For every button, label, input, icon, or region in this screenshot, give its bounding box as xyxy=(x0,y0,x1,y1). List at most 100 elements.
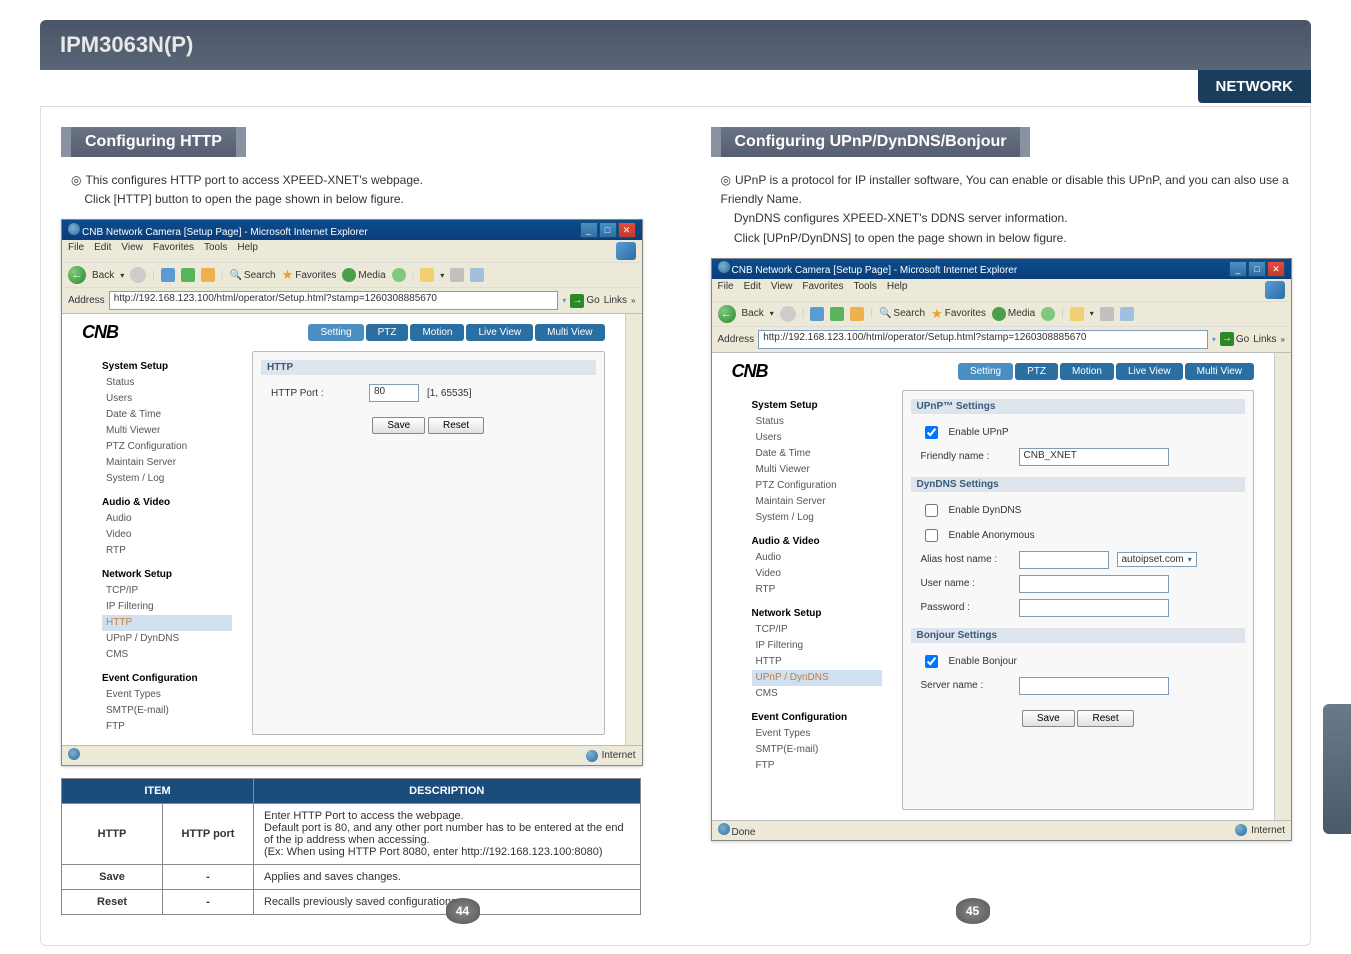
menu-favorites[interactable]: Favorites xyxy=(802,281,843,299)
history-icon[interactable] xyxy=(1041,307,1055,321)
sidebar-item-datetime[interactable]: Date & Time xyxy=(752,446,882,462)
menu-file[interactable]: File xyxy=(68,242,84,260)
save-button[interactable]: Save xyxy=(372,417,425,434)
sidebar-item-multiviewer[interactable]: Multi Viewer xyxy=(102,423,232,439)
sidebar-item-audio[interactable]: Audio xyxy=(752,550,882,566)
alias-domain-select[interactable]: autoipset.com ▾ xyxy=(1117,552,1197,567)
minimize-button[interactable]: _ xyxy=(580,222,598,238)
tab-live-view[interactable]: Live View xyxy=(466,324,533,341)
forward-icon[interactable] xyxy=(780,306,796,322)
sidebar-item-smtp[interactable]: SMTP(E-mail) xyxy=(102,703,232,719)
sidebar-item-video[interactable]: Video xyxy=(102,527,232,543)
enable-anon-checkbox[interactable] xyxy=(925,529,938,542)
menu-view[interactable]: View xyxy=(121,242,143,260)
scrollbar[interactable] xyxy=(1274,353,1291,820)
sidebar-item-rtp[interactable]: RTP xyxy=(102,543,232,559)
sidebar-item-ptz-config[interactable]: PTZ Configuration xyxy=(752,478,882,494)
print-icon[interactable] xyxy=(450,268,464,282)
menu-file[interactable]: File xyxy=(718,281,734,299)
maximize-button[interactable]: □ xyxy=(1248,261,1266,277)
sidebar-item-event-types[interactable]: Event Types xyxy=(102,687,232,703)
tab-live-view[interactable]: Live View xyxy=(1116,363,1183,380)
sidebar-item-users[interactable]: Users xyxy=(752,430,882,446)
media-button[interactable]: Media xyxy=(992,307,1035,321)
sidebar-item-ftp[interactable]: FTP xyxy=(102,719,232,735)
sidebar-item-event-types[interactable]: Event Types xyxy=(752,726,882,742)
media-button[interactable]: Media xyxy=(342,268,385,282)
sidebar-item-tcpip[interactable]: TCP/IP xyxy=(752,622,882,638)
back-icon[interactable]: ← xyxy=(718,305,736,323)
maximize-button[interactable]: □ xyxy=(599,222,617,238)
back-button[interactable]: Back xyxy=(742,308,764,319)
sidebar-item-cms[interactable]: CMS xyxy=(752,686,882,702)
menu-favorites[interactable]: Favorites xyxy=(153,242,194,260)
sidebar-item-smtp[interactable]: SMTP(E-mail) xyxy=(752,742,882,758)
sidebar-item-datetime[interactable]: Date & Time xyxy=(102,407,232,423)
search-button[interactable]: 🔍Search xyxy=(229,270,275,281)
alias-input[interactable] xyxy=(1019,551,1109,569)
sidebar-item-maintain[interactable]: Maintain Server xyxy=(102,455,232,471)
friendly-name-input[interactable]: CNB_XNET xyxy=(1019,448,1169,466)
edit-icon[interactable] xyxy=(470,268,484,282)
sidebar-item-upnp[interactable]: UPnP / DynDNS xyxy=(102,631,232,647)
sidebar-item-status[interactable]: Status xyxy=(752,414,882,430)
save-button[interactable]: Save xyxy=(1022,710,1075,727)
sidebar-item-users[interactable]: Users xyxy=(102,391,232,407)
menu-help[interactable]: Help xyxy=(237,242,258,260)
http-port-input[interactable]: 80 xyxy=(369,384,419,402)
links-label[interactable]: Links xyxy=(604,295,627,306)
username-input[interactable] xyxy=(1019,575,1169,593)
go-button[interactable]: →Go xyxy=(570,294,599,308)
scrollbar[interactable] xyxy=(625,314,642,745)
tab-ptz[interactable]: PTZ xyxy=(1015,363,1058,380)
sidebar-item-video[interactable]: Video xyxy=(752,566,882,582)
sidebar-item-ipfilter[interactable]: IP Filtering xyxy=(752,638,882,654)
sidebar-item-http[interactable]: HTTP xyxy=(752,654,882,670)
close-button[interactable]: ✕ xyxy=(618,222,636,238)
sidebar-item-ftp[interactable]: FTP xyxy=(752,758,882,774)
go-button[interactable]: →Go xyxy=(1220,332,1249,346)
favorites-button[interactable]: ★Favorites xyxy=(931,306,986,322)
stop-icon[interactable] xyxy=(161,268,175,282)
sidebar-item-multiviewer[interactable]: Multi Viewer xyxy=(752,462,882,478)
tab-multi-view[interactable]: Multi View xyxy=(1185,363,1254,380)
edit-icon[interactable] xyxy=(1120,307,1134,321)
tab-multi-view[interactable]: Multi View xyxy=(535,324,604,341)
menu-edit[interactable]: Edit xyxy=(94,242,111,260)
sidebar-item-syslog[interactable]: System / Log xyxy=(102,471,232,487)
sidebar-item-ptz-config[interactable]: PTZ Configuration xyxy=(102,439,232,455)
search-button[interactable]: 🔍Search xyxy=(879,308,925,319)
menu-help[interactable]: Help xyxy=(887,281,908,299)
menu-view[interactable]: View xyxy=(771,281,793,299)
close-button[interactable]: ✕ xyxy=(1267,261,1285,277)
menu-tools[interactable]: Tools xyxy=(204,242,227,260)
password-input[interactable] xyxy=(1019,599,1169,617)
tab-motion[interactable]: Motion xyxy=(410,324,464,341)
sidebar-item-audio[interactable]: Audio xyxy=(102,511,232,527)
reset-button[interactable]: Reset xyxy=(428,417,484,434)
home-icon[interactable] xyxy=(201,268,215,282)
refresh-icon[interactable] xyxy=(181,268,195,282)
sidebar-item-syslog[interactable]: System / Log xyxy=(752,510,882,526)
address-input[interactable]: http://192.168.123.100/html/operator/Set… xyxy=(109,291,559,310)
enable-upnp-checkbox[interactable] xyxy=(925,426,938,439)
tab-setting[interactable]: Setting xyxy=(308,324,363,341)
minimize-button[interactable]: _ xyxy=(1229,261,1247,277)
reset-button[interactable]: Reset xyxy=(1077,710,1133,727)
tab-motion[interactable]: Motion xyxy=(1060,363,1114,380)
mail-icon[interactable] xyxy=(420,268,434,282)
refresh-icon[interactable] xyxy=(830,307,844,321)
sidebar-item-upnp[interactable]: UPnP / DynDNS xyxy=(752,670,882,686)
enable-bonjour-checkbox[interactable] xyxy=(925,655,938,668)
address-input[interactable]: http://192.168.123.100/html/operator/Set… xyxy=(758,330,1208,349)
server-name-input[interactable] xyxy=(1019,677,1169,695)
tab-ptz[interactable]: PTZ xyxy=(366,324,409,341)
mail-icon[interactable] xyxy=(1070,307,1084,321)
history-icon[interactable] xyxy=(392,268,406,282)
forward-icon[interactable] xyxy=(130,267,146,283)
sidebar-item-tcpip[interactable]: TCP/IP xyxy=(102,583,232,599)
sidebar-item-status[interactable]: Status xyxy=(102,375,232,391)
menu-tools[interactable]: Tools xyxy=(853,281,876,299)
tab-setting[interactable]: Setting xyxy=(958,363,1013,380)
sidebar-item-maintain[interactable]: Maintain Server xyxy=(752,494,882,510)
